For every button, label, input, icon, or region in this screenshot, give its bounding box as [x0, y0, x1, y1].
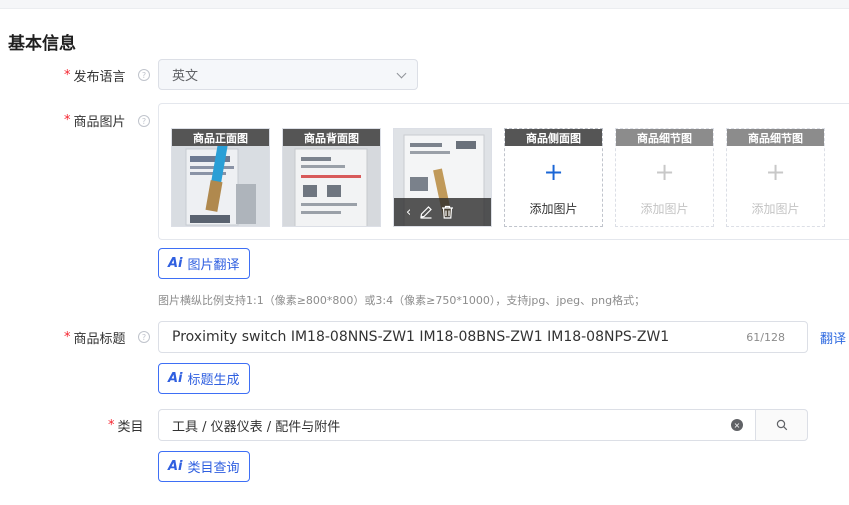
- image-slot-caption: 商品侧面图: [505, 129, 602, 146]
- chevron-left-icon[interactable]: ‹: [406, 205, 411, 220]
- image-slot-caption: 商品细节图: [616, 129, 713, 146]
- section-title: 基本信息: [8, 34, 76, 54]
- image-slot-caption: 商品正面图: [172, 129, 269, 146]
- help-icon[interactable]: ?: [138, 331, 150, 343]
- title-generate-label: 标题生成: [187, 373, 240, 388]
- add-image-label: 添加图片: [529, 202, 578, 216]
- title-input[interactable]: Proximity switch IM18-08NNS-ZW1 IM18-08B…: [158, 321, 808, 353]
- category-search-button[interactable]: [755, 409, 808, 441]
- translate-link[interactable]: 翻译: [820, 328, 846, 347]
- chevron-down-icon: [396, 68, 407, 79]
- plus-icon: +: [654, 158, 675, 186]
- category-input[interactable]: 工具 / 仪器仪表 / 配件与附件 ×: [158, 409, 756, 441]
- edit-icon[interactable]: [419, 205, 433, 219]
- category-label-text: 类目: [117, 420, 144, 435]
- language-label: * 发布语言: [64, 66, 126, 85]
- title-label: * 商品标题: [64, 328, 126, 347]
- image-slot-front[interactable]: 商品正面图: [171, 128, 270, 227]
- add-image-label: 添加图片: [751, 202, 800, 216]
- ai-icon: Ai: [168, 256, 183, 271]
- title-label-text: 商品标题: [73, 332, 126, 347]
- images-label: * 商品图片: [64, 111, 126, 130]
- category-lookup-label: 类目查询: [187, 461, 240, 476]
- language-select-value: 英文: [172, 69, 199, 84]
- image-translate-label: 图片翻译: [187, 258, 240, 273]
- image-slot-detail-2[interactable]: 商品细节图 + 添加图片: [726, 128, 825, 227]
- required-mark: *: [108, 418, 115, 433]
- image-slot-side-add[interactable]: 商品侧面图 + 添加图片: [504, 128, 603, 227]
- required-mark: *: [64, 68, 71, 83]
- plus-icon: +: [765, 158, 786, 186]
- image-slot-caption: 商品细节图: [727, 129, 824, 146]
- delete-icon[interactable]: [441, 205, 454, 219]
- title-generate-button[interactable]: Ai 标题生成: [158, 363, 250, 394]
- image-translate-button[interactable]: Ai 图片翻译: [158, 248, 250, 279]
- required-mark: *: [64, 113, 71, 128]
- image-format-hint: 图片横纵比例支持1:1（像素≥800*800）或3:4（像素≥750*1000）…: [158, 294, 646, 307]
- category-input-value: 工具 / 仪器仪表 / 配件与附件: [172, 419, 341, 435]
- image-action-bar: ‹: [394, 198, 491, 226]
- language-select[interactable]: 英文: [158, 59, 418, 90]
- image-slot-side-uploaded[interactable]: ‹: [393, 128, 492, 227]
- images-label-text: 商品图片: [73, 115, 126, 130]
- required-mark: *: [64, 330, 71, 345]
- title-char-count: 61/128: [746, 330, 785, 344]
- next-field-label-clipped: [104, 497, 148, 505]
- help-icon[interactable]: ?: [138, 115, 150, 127]
- add-image-label: 添加图片: [640, 202, 689, 216]
- image-slot-detail-1[interactable]: 商品细节图 + 添加图片: [615, 128, 714, 227]
- image-slot-caption: 商品背面图: [283, 129, 380, 146]
- top-divider: [0, 0, 849, 9]
- image-slot-back[interactable]: 商品背面图: [282, 128, 381, 227]
- ai-icon: Ai: [168, 459, 183, 474]
- language-label-text: 发布语言: [73, 70, 126, 85]
- clear-icon[interactable]: ×: [731, 419, 743, 431]
- category-label: * 类目: [108, 416, 144, 435]
- search-icon: [776, 419, 787, 431]
- help-icon[interactable]: ?: [138, 69, 150, 81]
- category-lookup-button[interactable]: Ai 类目查询: [158, 451, 250, 482]
- plus-icon: +: [543, 158, 564, 186]
- ai-icon: Ai: [168, 371, 183, 386]
- title-input-value: Proximity switch IM18-08NNS-ZW1 IM18-08B…: [172, 329, 670, 345]
